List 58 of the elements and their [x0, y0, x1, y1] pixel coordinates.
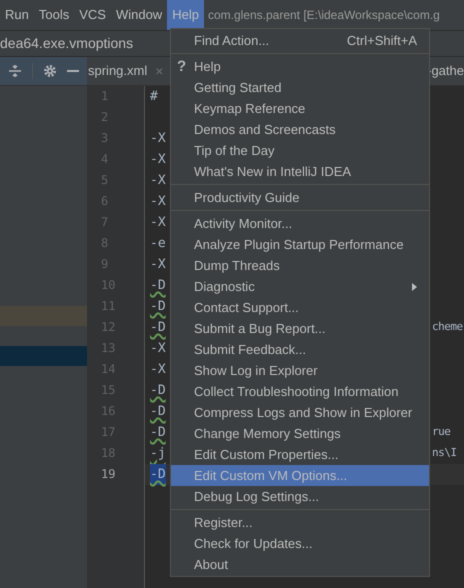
code-text: -X — [150, 214, 166, 232]
code-text: -X — [150, 256, 166, 274]
code-text: -X — [150, 172, 166, 190]
code-text: -X — [150, 151, 166, 169]
menu-entry[interactable]: Getting Started — [171, 77, 429, 98]
menu-entry[interactable]: Analyze Plugin Startup Performance — [171, 234, 429, 255]
menu-entry[interactable]: Keymap Reference — [171, 98, 429, 119]
menu-entry[interactable]: Register... — [171, 512, 429, 533]
menu-item[interactable]: Window — [110, 0, 168, 30]
code-text: -j — [150, 445, 166, 463]
menu-entry[interactable]: Collect Troubleshooting Information — [171, 381, 429, 402]
menu-entry[interactable]: Submit a Bug Report... — [171, 318, 429, 339]
menu-item[interactable]: Run — [0, 0, 34, 30]
menu-entry[interactable]: Edit Custom Properties... — [171, 444, 429, 465]
menu-entry[interactable]: Debug Log Settings... — [171, 486, 429, 507]
code-text: -D — [150, 319, 166, 337]
code-text: -D — [150, 298, 166, 316]
menu-entry[interactable]: Find Action... Ctrl+Shift+A — [171, 30, 429, 51]
menu-item[interactable]: Tools — [34, 0, 74, 30]
code-text: -e — [150, 235, 166, 253]
code-text: -X — [150, 130, 166, 148]
code-text: -D — [150, 382, 166, 400]
menu-item[interactable]: VCS — [74, 0, 111, 30]
menu-entry[interactable]: Productivity Guide — [171, 187, 429, 208]
code-text: rue — [432, 424, 450, 440]
menu-entry[interactable]: Demos and Screencasts — [171, 119, 429, 140]
file-path: dea64.exe.vmoptions — [0, 34, 134, 53]
code-text: -X — [150, 361, 166, 379]
code-text: -X — [150, 340, 166, 358]
menu-entry[interactable]: Activity Monitor... — [171, 213, 429, 234]
menu-entry[interactable]: Submit Feedback... — [171, 339, 429, 360]
menu-entry[interactable]: About — [171, 554, 429, 575]
menu-entry[interactable]: Change Memory Settings — [171, 423, 429, 444]
menu-entry[interactable]: Contact Support... — [171, 297, 429, 318]
collapse-icon[interactable] — [8, 64, 22, 78]
menu-entry[interactable]: Check for Updates... — [171, 533, 429, 554]
help-icon: ? — [177, 56, 186, 77]
window-title: com.glens.parent [E:\ideaWorkspace\com.g — [208, 7, 440, 24]
line-number: 19 — [100, 466, 116, 483]
code-text: -D — [150, 464, 166, 485]
editor-tab[interactable]: spring.xml × — [87, 57, 164, 85]
code-text: cheme — [432, 319, 463, 336]
code-text: -D — [150, 424, 166, 442]
shortcut-text: Ctrl+Shift+A — [346, 32, 417, 50]
menu-entry[interactable]: Compress Logs and Show in Explorer — [171, 402, 429, 423]
menu-entry[interactable]: ? Help — [171, 56, 429, 77]
code-text: -D — [150, 277, 166, 295]
code-text: ns\I — [432, 445, 456, 462]
menu-entry[interactable]: Dump Threads — [171, 255, 429, 276]
code-text: # — [150, 88, 158, 106]
code-text: -D — [150, 403, 166, 421]
menu-entry[interactable]: Show Log in Explorer — [171, 360, 429, 381]
settings-icon[interactable] — [43, 64, 57, 78]
editor-tab[interactable]: -gathe — [427, 57, 464, 85]
menu-entry[interactable]: Diagnostic — [171, 276, 429, 297]
menu-entry[interactable]: Tip of the Day — [171, 140, 429, 161]
code-text: -X — [150, 193, 166, 211]
menu-entry[interactable]: What's New in IntelliJ IDEA — [171, 161, 429, 182]
